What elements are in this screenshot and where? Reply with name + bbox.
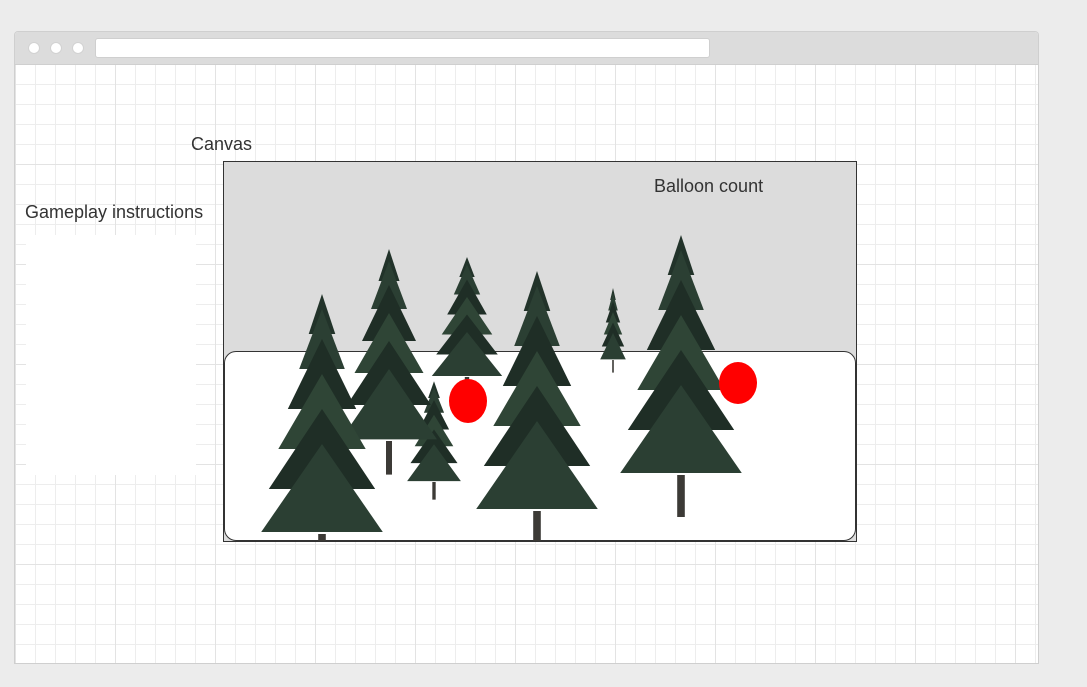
balloon[interactable] [719, 362, 757, 404]
browser-window: Canvas Gameplay instructions Balloon cou… [14, 31, 1039, 664]
page-viewport: Canvas Gameplay instructions Balloon cou… [15, 65, 1038, 663]
balloon[interactable] [449, 379, 487, 423]
game-canvas[interactable]: Balloon count [223, 161, 857, 542]
game-scene [261, 235, 757, 541]
maximize-window-dot[interactable] [72, 42, 84, 54]
canvas-label: Canvas [191, 134, 253, 154]
minimize-window-dot[interactable] [50, 42, 62, 54]
browser-titlebar [15, 32, 1038, 65]
address-bar[interactable] [95, 38, 710, 58]
tree [600, 288, 626, 373]
tree [476, 271, 598, 541]
tree [431, 257, 503, 398]
instructions-label: Gameplay instructions [25, 202, 204, 222]
close-window-dot[interactable] [28, 42, 40, 54]
instructions-panel [26, 235, 196, 475]
